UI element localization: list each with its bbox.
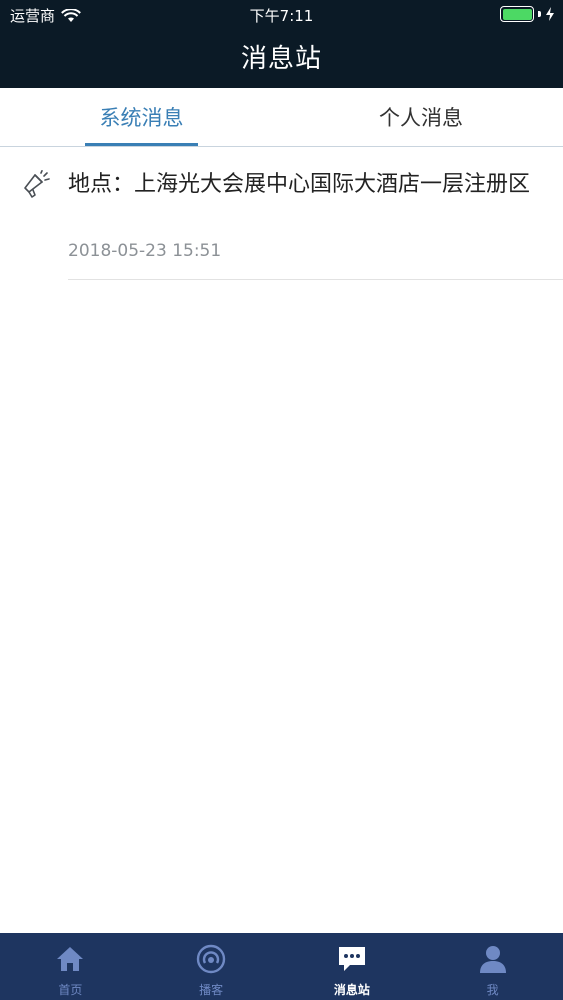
user-icon (479, 946, 506, 973)
charging-icon (546, 7, 554, 21)
nav-item-home[interactable]: 首页 (0, 933, 141, 1000)
nav-item-me[interactable]: 我 (422, 933, 563, 1000)
message-icon (338, 947, 365, 971)
bottom-nav: 首页 播客 消息站 我 (0, 933, 563, 1000)
status-time: 下午7:11 (249, 7, 314, 25)
nav-item-messages[interactable]: 消息站 (282, 933, 423, 1000)
home-icon (57, 947, 84, 971)
megaphone-icon (24, 170, 50, 198)
nav-label-podcast: 播客 (199, 983, 224, 997)
message-title: 地点：上海光大会展中心国际大酒店一层注册区 (68, 172, 531, 197)
active-tab-indicator (85, 143, 198, 146)
battery-icon (500, 6, 534, 22)
tab-system-messages[interactable]: 系统消息 (85, 88, 198, 146)
message-divider (68, 279, 563, 280)
tab-bar: 系统消息 个人消息 (0, 88, 563, 147)
message-list: 地点：上海光大会展中心国际大酒店一层注册区 2018-05-23 15:51 (0, 148, 563, 280)
nav-label-me: 我 (486, 983, 499, 997)
page-title: 消息站 (240, 44, 322, 74)
battery-indicator (500, 6, 555, 22)
broadcast-icon (196, 944, 226, 974)
status-bar: 运营商 下午7:11 (0, 0, 563, 30)
nav-label-home: 首页 (58, 983, 83, 997)
message-item[interactable]: 地点：上海光大会展中心国际大酒店一层注册区 2018-05-23 15:51 (0, 148, 563, 280)
tab-personal-messages[interactable]: 个人消息 (362, 88, 480, 146)
message-time: 2018-05-23 15:51 (68, 241, 222, 261)
nav-item-podcast[interactable]: 播客 (141, 933, 282, 1000)
nav-label-messages: 消息站 (333, 983, 370, 997)
top-bar: 运营商 下午7:11 消息站 (0, 0, 563, 88)
